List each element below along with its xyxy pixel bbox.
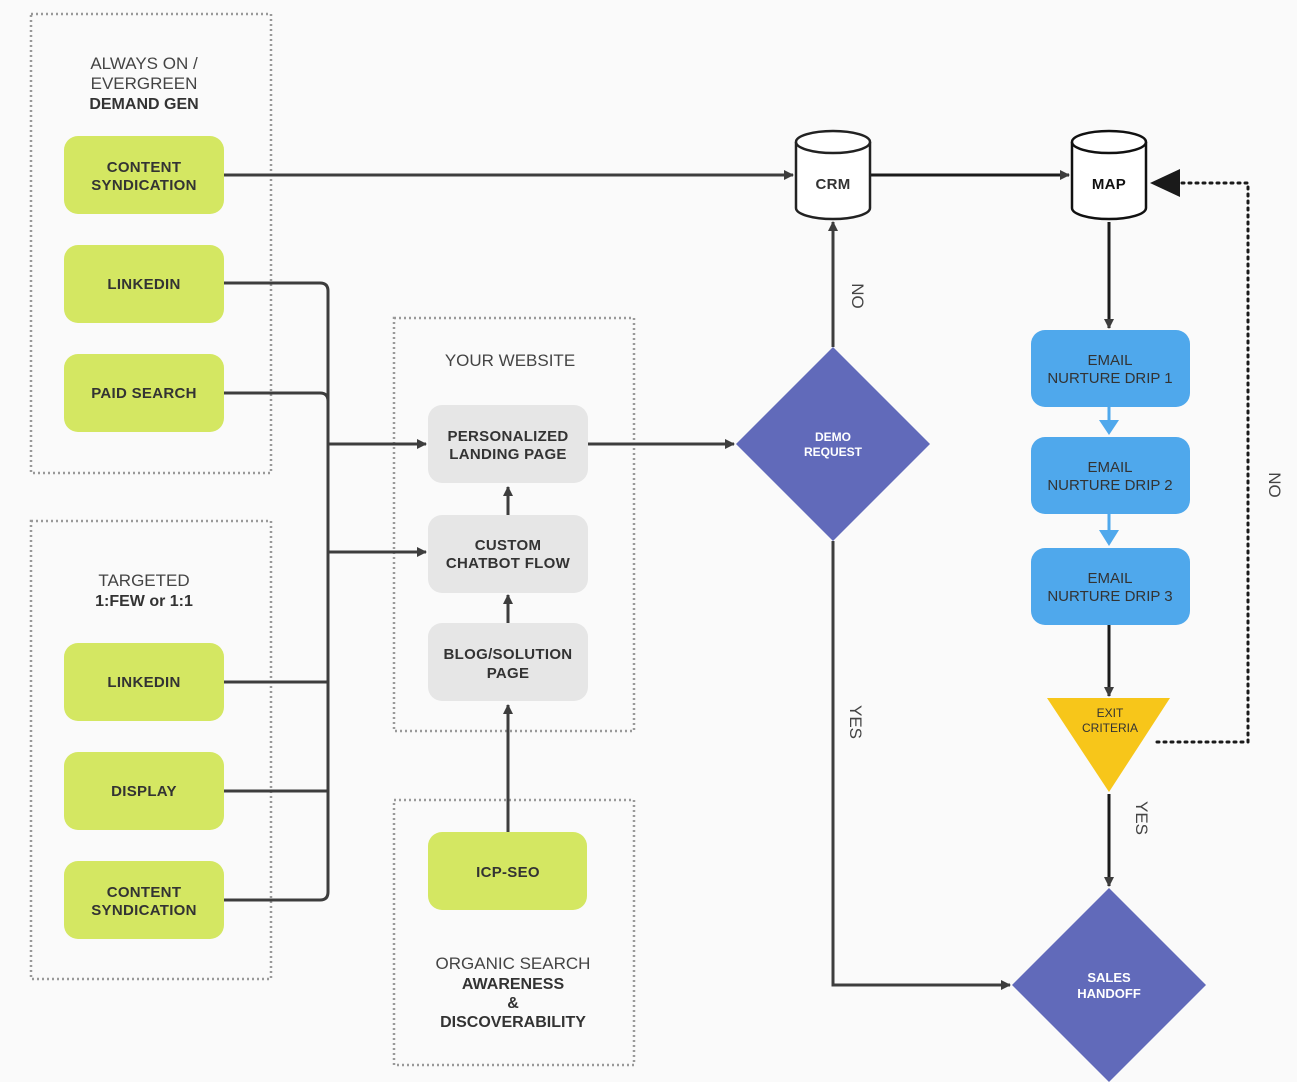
crm-database[interactable]: CRM — [794, 129, 872, 221]
targeted-display[interactable]: DISPLAY — [64, 752, 224, 830]
exit-yes-label: YES — [1132, 801, 1151, 835]
svg-text:PERSONALIZED: PERSONALIZED — [447, 428, 568, 445]
evergreen-title-bold: DEMAND GEN — [89, 96, 198, 113]
svg-text:EXIT: EXIT — [1097, 706, 1124, 720]
blog-solution-page[interactable]: BLOG/SOLUTION PAGE — [428, 623, 588, 701]
website-title: YOUR WEBSITE — [445, 351, 575, 370]
demo-request-decision[interactable]: DEMO REQUEST — [736, 347, 930, 541]
exit-criteria-decision[interactable]: EXIT CRITERIA — [1047, 698, 1170, 792]
svg-text:NURTURE DRIP 2: NURTURE DRIP 2 — [1047, 477, 1172, 494]
email-nurture-drip-1[interactable]: EMAIL NURTURE DRIP 1 — [1031, 330, 1190, 407]
demo-no-label: NO — [848, 283, 867, 309]
funnel-diagram: ALWAYS ON / EVERGREEN DEMAND GEN TARGETE… — [29, 12, 1284, 1082]
svg-text:SYNDICATION: SYNDICATION — [91, 177, 197, 194]
svg-text:EMAIL: EMAIL — [1087, 352, 1132, 369]
personalized-landing-page[interactable]: PERSONALIZED LANDING PAGE — [428, 405, 588, 483]
svg-text:REQUEST: REQUEST — [804, 445, 863, 459]
source-linkedin[interactable]: LINKEDIN — [64, 245, 224, 323]
source-content-syndication[interactable]: CONTENT SYNDICATION — [64, 136, 224, 214]
svg-text:LINKEDIN: LINKEDIN — [107, 276, 180, 293]
svg-text:DISPLAY: DISPLAY — [111, 783, 177, 800]
svg-text:PAID SEARCH: PAID SEARCH — [91, 385, 197, 402]
source-paid-search[interactable]: PAID SEARCH — [64, 354, 224, 432]
svg-text:PAGE: PAGE — [487, 665, 530, 682]
svg-text:CRITERIA: CRITERIA — [1082, 721, 1138, 735]
custom-chatbot-flow[interactable]: CUSTOM CHATBOT FLOW — [428, 515, 588, 593]
svg-text:DEMO: DEMO — [815, 430, 851, 444]
targeted-linkedin[interactable]: LINKEDIN — [64, 643, 224, 721]
organic-title-bold-1: AWARENESS — [462, 976, 565, 993]
svg-text:CONTENT: CONTENT — [107, 159, 182, 176]
icp-seo[interactable]: ICP-SEO — [428, 832, 587, 910]
svg-text:HANDOFF: HANDOFF — [1077, 986, 1141, 1001]
organic-title-bold-3: DISCOVERABILITY — [440, 1014, 586, 1031]
svg-text:SYNDICATION: SYNDICATION — [91, 902, 197, 919]
evergreen-title-1: ALWAYS ON / — [90, 54, 198, 73]
svg-text:CHATBOT FLOW: CHATBOT FLOW — [446, 555, 571, 572]
exit-no-label: NO — [1265, 472, 1284, 498]
svg-text:CRM: CRM — [815, 176, 850, 193]
organic-title-bold-2: & — [507, 995, 519, 1012]
svg-text:SALES: SALES — [1087, 970, 1131, 985]
svg-text:MAP: MAP — [1092, 176, 1126, 193]
evergreen-title-2: EVERGREEN — [91, 74, 198, 93]
svg-text:ICP-SEO: ICP-SEO — [476, 864, 540, 881]
map-database[interactable]: MAP — [1070, 129, 1148, 221]
svg-text:CONTENT: CONTENT — [107, 884, 182, 901]
demo-yes-label: YES — [846, 705, 865, 739]
svg-text:EMAIL: EMAIL — [1087, 459, 1132, 476]
svg-text:LANDING PAGE: LANDING PAGE — [449, 446, 567, 463]
svg-text:LINKEDIN: LINKEDIN — [107, 674, 180, 691]
email-nurture-drip-2[interactable]: EMAIL NURTURE DRIP 2 — [1031, 437, 1190, 514]
svg-text:NURTURE DRIP 1: NURTURE DRIP 1 — [1047, 370, 1172, 387]
svg-text:CUSTOM: CUSTOM — [475, 537, 542, 554]
targeted-title: TARGETED — [98, 571, 189, 590]
organic-title: ORGANIC SEARCH — [436, 954, 591, 973]
svg-text:BLOG/SOLUTION: BLOG/SOLUTION — [444, 646, 573, 663]
sales-handoff-decision[interactable]: SALES HANDOFF — [1012, 888, 1206, 1082]
svg-text:EMAIL: EMAIL — [1087, 570, 1132, 587]
targeted-content-syndication[interactable]: CONTENT SYNDICATION — [64, 861, 224, 939]
email-nurture-drip-3[interactable]: EMAIL NURTURE DRIP 3 — [1031, 548, 1190, 625]
targeted-title-bold: 1:FEW or 1:1 — [95, 593, 193, 610]
svg-text:NURTURE DRIP 3: NURTURE DRIP 3 — [1047, 588, 1172, 605]
